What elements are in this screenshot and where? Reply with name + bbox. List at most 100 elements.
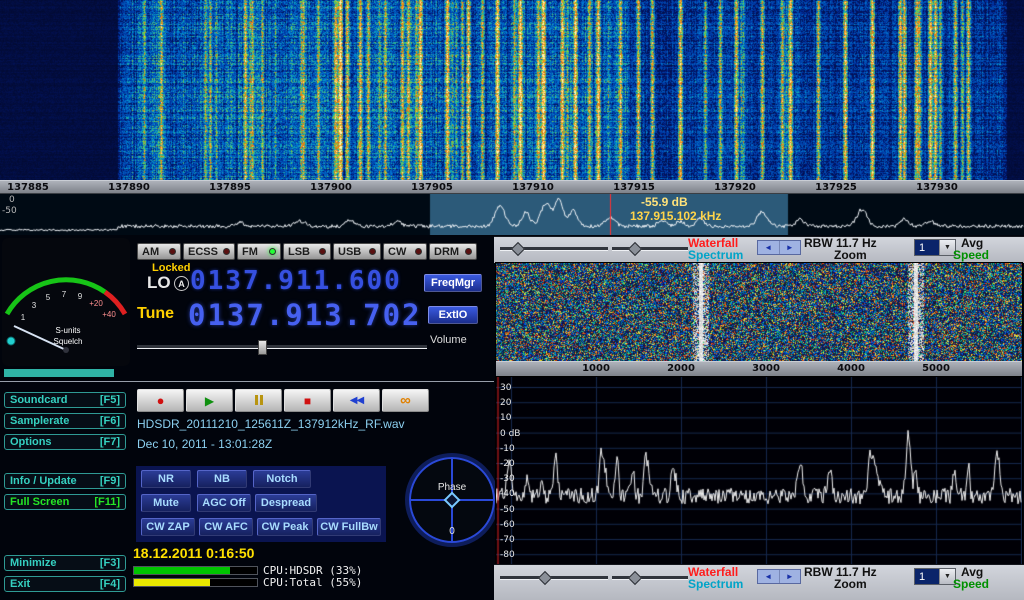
play-button[interactable]: ▶ (186, 389, 233, 412)
lo-frequency-display[interactable]: 0137.911.600 (190, 266, 402, 296)
spectrum-axis-label: 30 (500, 383, 534, 393)
audio-scale-label: 3000 (746, 363, 786, 374)
frequency-label: 137885 (3, 182, 53, 193)
squelch-knob[interactable] (7, 337, 15, 345)
loop-icon: ∞ (400, 392, 411, 409)
level-bar (4, 369, 114, 377)
audio-waterfall-display[interactable] (496, 263, 1022, 361)
agc-off-button[interactable]: AGC Off (197, 494, 251, 512)
bottom-zoom-slider[interactable] (500, 576, 608, 580)
record-button[interactable]: ● (137, 389, 184, 412)
bottom-scroll-arrows[interactable]: ◄ ► (757, 569, 801, 584)
volume-slider-thumb[interactable] (258, 340, 267, 355)
phase-value: 0 (449, 526, 455, 537)
audio-spectrum-display[interactable] (496, 377, 1022, 565)
audio-scale-label: 1000 (576, 363, 616, 374)
main-spectrum-display[interactable] (0, 194, 1024, 235)
main-waterfall-display[interactable] (0, 0, 1024, 180)
minimize-button[interactable]: Minimize[F3] (4, 555, 126, 571)
spectrum-label[interactable]: Spectrum (688, 248, 743, 262)
bottom-offset-slider[interactable] (612, 576, 688, 580)
cw-afc-button[interactable]: CW AFC (199, 518, 253, 536)
avg-select-value: 1 (915, 569, 939, 584)
mute-button[interactable]: Mute (141, 494, 191, 512)
stop-button[interactable]: ■ (284, 389, 331, 412)
loop-button[interactable]: ∞ (382, 389, 429, 412)
rewind-button[interactable]: ◀◀ (333, 389, 380, 412)
frequency-scale[interactable]: 137885 137890 137895 137900 137905 13791… (0, 180, 1024, 194)
speed-label: Speed (953, 248, 989, 262)
exit-button[interactable]: Exit[F4] (4, 576, 126, 592)
lo-auto-badge[interactable]: A (174, 276, 189, 291)
scroll-left-icon[interactable]: ◄ (758, 241, 779, 254)
scroll-left-icon[interactable]: ◄ (758, 570, 779, 583)
menu-label: Options (10, 436, 52, 448)
mode-button-ecss[interactable]: ECSS (183, 243, 235, 260)
mode-button-fm[interactable]: FM (237, 243, 281, 260)
mode-label: LSB (288, 246, 310, 258)
cw-zap-button[interactable]: CW ZAP (141, 518, 195, 536)
pause-button[interactable] (235, 389, 282, 412)
menu-hotkey: [F9] (100, 475, 120, 487)
zoom-label: Zoom (834, 577, 867, 591)
info-update-button[interactable]: Info / Update[F9] (4, 473, 126, 489)
cw-peak-button[interactable]: CW Peak (257, 518, 313, 536)
fullscreen-button[interactable]: Full Screen[F11] (4, 494, 126, 510)
cpu-total-text: CPU:Total (55%) (263, 576, 362, 589)
spectrum-axis-label: -70 (500, 535, 534, 545)
avg-select[interactable]: 1 ▼ (914, 568, 956, 585)
mode-button-usb[interactable]: USB (333, 243, 381, 260)
mode-button-drm[interactable]: DRM (429, 243, 477, 260)
lo-label: LO (147, 273, 171, 293)
spectrum-axis-label: -10 (500, 444, 534, 454)
frequency-label: 137900 (306, 182, 356, 193)
mode-label: ECSS (188, 246, 218, 258)
despread-button[interactable]: Despread (255, 494, 317, 512)
pause-icon (254, 392, 264, 410)
mode-button-lsb[interactable]: LSB (283, 243, 331, 260)
mode-led-icon (169, 248, 176, 255)
top-scroll-arrows[interactable]: ◄ ► (757, 240, 801, 255)
mode-button-am[interactable]: AM (137, 243, 181, 260)
freqmgr-button[interactable]: FreqMgr (424, 274, 482, 292)
notch-button[interactable]: Notch (253, 470, 311, 488)
hdsdr-window: 137885 137890 137895 137900 137905 13791… (0, 0, 1024, 600)
phase-dial[interactable]: Phase 0 (404, 452, 500, 548)
cpu-bar-fill (134, 579, 210, 586)
menu-hotkey: [F4] (100, 578, 120, 590)
volume-label: Volume (430, 334, 467, 346)
audio-scale-label: 4000 (831, 363, 871, 374)
options-button[interactable]: Options[F7] (4, 434, 126, 450)
audio-frequency-scale[interactable]: 1000 2000 3000 4000 5000 (496, 361, 1022, 377)
soundcard-button[interactable]: Soundcard[F5] (4, 392, 126, 408)
tune-frequency-display[interactable]: 0137.913.702 (188, 298, 422, 332)
divider (0, 381, 494, 382)
scroll-right-icon[interactable]: ► (779, 570, 801, 583)
zoom-label: Zoom (834, 248, 867, 262)
mode-button-cw[interactable]: CW (383, 243, 427, 260)
avg-select-value: 1 (915, 240, 939, 255)
recording-timestamp: Dec 10, 2011 - 13:01:28Z (137, 437, 272, 451)
samplerate-button[interactable]: Samplerate[F6] (4, 413, 126, 429)
stop-icon: ■ (304, 394, 311, 408)
frequency-label: 137925 (811, 182, 861, 193)
mode-led-icon (465, 248, 472, 255)
frequency-label: 137930 (912, 182, 962, 193)
spectrum-axis-label: -30 (500, 474, 534, 484)
cw-fullbw-button[interactable]: CW FullBw (317, 518, 381, 536)
spectrum-label[interactable]: Spectrum (688, 577, 743, 591)
volume-slider[interactable] (137, 345, 427, 349)
nr-button[interactable]: NR (141, 470, 191, 488)
extio-button[interactable]: ExtIO (428, 306, 478, 324)
nb-button[interactable]: NB (197, 470, 247, 488)
scroll-right-icon[interactable]: ► (779, 241, 801, 254)
mode-led-icon (319, 248, 326, 255)
s-meter-pivot (63, 347, 69, 353)
s-meter-tick: 5 (46, 293, 51, 302)
spectrum-axis-label: -20 (500, 459, 534, 469)
frequency-label: 137890 (104, 182, 154, 193)
top-offset-slider[interactable] (612, 247, 688, 251)
menu-hotkey: [F3] (100, 557, 120, 569)
avg-select[interactable]: 1 ▼ (914, 239, 956, 256)
frequency-label: 137895 (205, 182, 255, 193)
